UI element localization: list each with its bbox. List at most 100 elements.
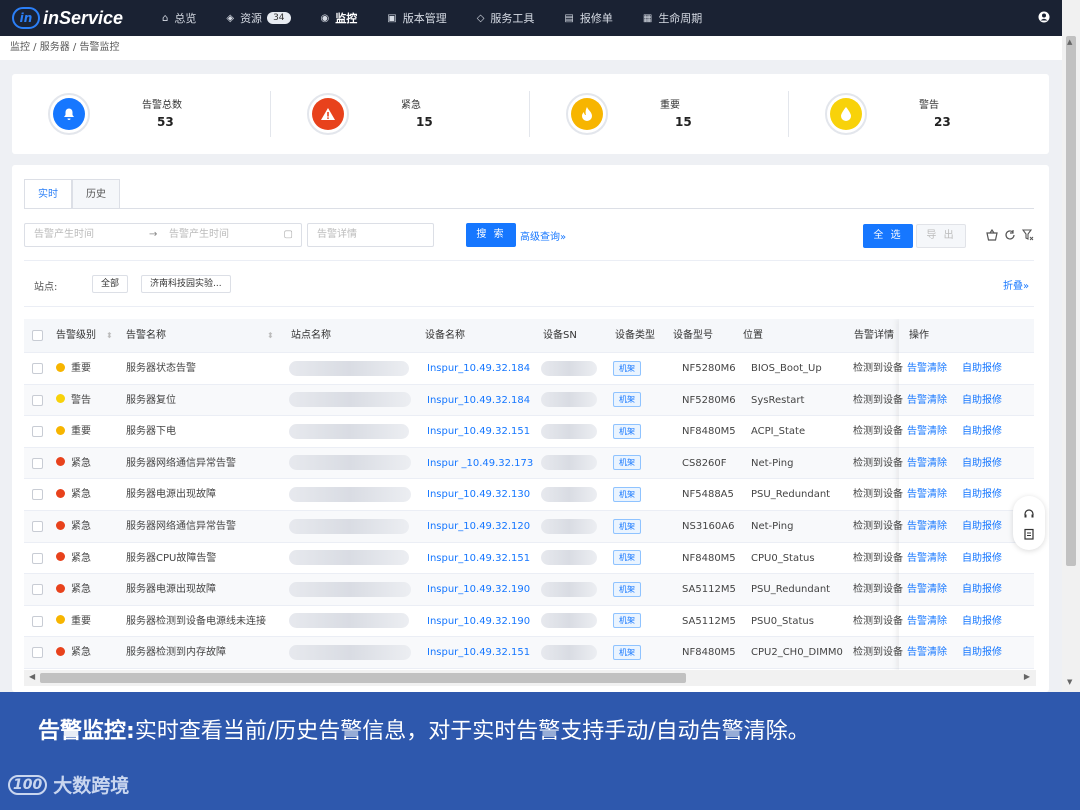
date-range-picker[interactable]: 告警产生时间 → 告警产生时间 ▢ bbox=[24, 223, 302, 247]
level-dot-icon bbox=[56, 425, 65, 435]
end-time-input[interactable]: 告警产生时间 bbox=[169, 224, 229, 246]
table-row[interactable]: 紧急 服务器电源出现故障 Inspur_10.49.32.190 机架 SA5112M5… bbox=[24, 574, 1034, 606]
nav-item-1[interactable]: ◈ 资源 34 bbox=[226, 0, 291, 36]
table-row[interactable]: 重要 服务器下电 Inspur_10.49.32.151 机架 NF8480M5 ACPI… bbox=[24, 416, 1034, 448]
tools-icon: ◇ bbox=[476, 12, 485, 24]
device-name-link[interactable]: Inspur_10.49.32.184 bbox=[427, 385, 530, 416]
level-cell: 紧急 bbox=[56, 543, 91, 574]
scrollbar-thumb[interactable] bbox=[1066, 36, 1076, 566]
alarm-detail-cell: 检测到设备 bbox=[853, 457, 903, 469]
table-row[interactable]: 警告 服务器复位 Inspur_10.49.32.184 机架 NF5280M6 SysR… bbox=[24, 384, 1034, 417]
headset-icon[interactable] bbox=[1023, 508, 1035, 520]
level-dot-icon bbox=[56, 457, 65, 467]
site-option-button[interactable]: 济南科技园实验... bbox=[141, 275, 231, 293]
device-name-link[interactable]: Inspur_10.49.32.190 bbox=[427, 574, 530, 605]
location-cell: PSU0_Status bbox=[751, 615, 814, 627]
row-checkbox[interactable] bbox=[32, 394, 43, 406]
stat-label: 警告 bbox=[919, 100, 939, 111]
clipboard-icon[interactable] bbox=[1023, 528, 1035, 540]
table-row[interactable]: 重要 服务器检测到设备电源线未连接 Inspur_10.49.32.190 机架 SA5… bbox=[24, 606, 1034, 638]
h-scrollbar-thumb[interactable] bbox=[40, 673, 686, 683]
fold-label: 折叠 bbox=[1003, 281, 1023, 292]
stat-item: 警告 23 bbox=[789, 74, 1048, 154]
table-row[interactable]: 紧急 服务器CPU故障告警 Inspur_10.49.32.151 机架 NF8480M… bbox=[24, 543, 1034, 575]
device-type-tag: 机架 bbox=[613, 550, 641, 566]
scroll-down-arrow-icon[interactable]: ▼ bbox=[1067, 678, 1072, 686]
name-sort-icon[interactable]: ⬍ bbox=[267, 319, 274, 353]
tab-1[interactable]: 历史 bbox=[72, 179, 120, 209]
advanced-query-link[interactable]: 高级查询» bbox=[520, 228, 566, 243]
level-text: 紧急 bbox=[71, 521, 91, 532]
scroll-left-arrow-icon[interactable]: ◀ bbox=[29, 672, 35, 681]
alarm-name-cell: 服务器检测到内存故障 bbox=[126, 647, 226, 659]
nav-item-5[interactable]: ▤ 报修单 bbox=[564, 0, 612, 36]
scroll-up-arrow-icon[interactable]: ▲ bbox=[1067, 38, 1072, 46]
select-all-button[interactable]: 全 选 bbox=[863, 224, 913, 248]
nav-item-4[interactable]: ◇ 服务工具 bbox=[477, 0, 535, 36]
column-header: 设备型号 bbox=[673, 330, 713, 341]
level-text: 紧急 bbox=[71, 584, 91, 596]
device-name-link[interactable]: Inspur_10.49.32.184 bbox=[427, 353, 530, 384]
row-checkbox[interactable] bbox=[32, 647, 43, 659]
location-cell: CPU0_Status bbox=[751, 552, 815, 564]
filter-clear-icon[interactable] bbox=[1022, 229, 1034, 241]
user-icon[interactable] bbox=[1038, 11, 1050, 23]
row-checkbox[interactable] bbox=[32, 584, 43, 596]
alarm-name-cell: 服务器下电 bbox=[126, 426, 176, 438]
main-nav: ⌂ 总览 ◈ 资源 34 ◉ 监控 ▣ 版本管理 ◇ 服务工具 ▤ 报修单 ▦ 生命周期 bbox=[162, 0, 732, 36]
app-logo[interactable]: in inService bbox=[12, 7, 162, 29]
alarm-name-cell: 服务器电源出现故障 bbox=[126, 584, 216, 596]
device-sn-redacted bbox=[541, 385, 597, 416]
row-checkbox[interactable] bbox=[32, 489, 43, 501]
nav-item-0[interactable]: ⌂ 总览 bbox=[162, 0, 196, 36]
table-row[interactable]: 重要 服务器状态告警 Inspur_10.49.32.184 机架 NF5280M6 BI… bbox=[24, 353, 1034, 385]
device-name-link[interactable]: Inspur_10.49.32.190 bbox=[427, 606, 530, 637]
table-row[interactable]: 紧急 服务器网络通信异常告警 Inspur _10.49.32.173 机架 CS826… bbox=[24, 447, 1034, 480]
device-model-cell: SA5112M5 bbox=[682, 615, 736, 627]
table-row[interactable]: 紧急 服务器网络通信异常告警 Inspur_10.49.32.120 机架 NS3160… bbox=[24, 511, 1034, 543]
device-name-link[interactable]: Inspur_10.49.32.151 bbox=[427, 416, 530, 447]
level-text: 重要 bbox=[71, 615, 91, 627]
row-checkbox[interactable] bbox=[32, 552, 43, 564]
logo-mark: in bbox=[12, 7, 40, 29]
nav-item-6[interactable]: ▦ 生命周期 bbox=[643, 0, 702, 36]
table-row[interactable]: 紧急 服务器检测到内存故障 Inspur_10.49.32.151 机架 NF8480M… bbox=[24, 637, 1034, 669]
export-button[interactable]: 导 出 bbox=[916, 224, 966, 248]
row-checkbox[interactable] bbox=[32, 615, 43, 627]
column-header: 告警名称 bbox=[126, 330, 166, 341]
row-checkbox[interactable] bbox=[32, 521, 43, 532]
row-checkbox[interactable] bbox=[32, 426, 43, 438]
level-cell: 重要 bbox=[56, 353, 91, 384]
level-dot-icon bbox=[56, 583, 65, 593]
fold-link[interactable]: 折叠» bbox=[1003, 277, 1029, 292]
row-checkbox[interactable] bbox=[32, 363, 43, 374]
row-checkbox[interactable] bbox=[32, 457, 43, 469]
alarm-detail-input[interactable]: 告警详情 bbox=[307, 223, 434, 247]
search-button[interactable]: 搜 索 bbox=[466, 223, 516, 247]
start-time-input[interactable]: 告警产生时间 bbox=[34, 224, 94, 246]
tab-0[interactable]: 实时 bbox=[24, 179, 72, 209]
device-name-link[interactable]: Inspur _10.49.32.173 bbox=[427, 448, 533, 479]
site-all-button[interactable]: 全部 bbox=[92, 275, 129, 293]
alarm-detail-cell: 检测到设备 bbox=[853, 489, 903, 501]
device-name-link[interactable]: Inspur_10.49.32.130 bbox=[427, 479, 530, 510]
basket-icon[interactable] bbox=[986, 229, 998, 241]
alarm-detail-cell: 检测到设备 bbox=[853, 363, 903, 374]
device-name-link[interactable]: Inspur_10.49.32.151 bbox=[427, 543, 530, 574]
device-type-cell: 机架 bbox=[613, 448, 641, 479]
vertical-scrollbar[interactable]: ▲ ▼ bbox=[1062, 0, 1080, 692]
site-name-redacted bbox=[289, 543, 409, 574]
device-name-link[interactable]: Inspur_10.49.32.120 bbox=[427, 511, 530, 542]
alarm-name-cell: 服务器状态告警 bbox=[126, 363, 196, 374]
table-row[interactable]: 紧急 服务器电源出现故障 Inspur_10.49.32.130 机架 NF5488A5… bbox=[24, 479, 1034, 511]
refresh-icon[interactable] bbox=[1004, 229, 1016, 241]
nav-item-3[interactable]: ▣ 版本管理 bbox=[387, 0, 446, 36]
horizontal-scrollbar[interactable]: ◀ ▶ bbox=[24, 670, 1036, 686]
nav-item-2[interactable]: ◉ 监控 bbox=[321, 0, 358, 36]
device-name-link[interactable]: Inspur_10.49.32.151 bbox=[427, 637, 530, 668]
level-sort-icon[interactable]: ⬍ bbox=[106, 319, 113, 353]
calendar-icon[interactable]: ▢ bbox=[284, 224, 293, 246]
select-all-checkbox[interactable] bbox=[32, 330, 43, 341]
scroll-right-arrow-icon[interactable]: ▶ bbox=[1024, 672, 1030, 681]
device-model-cell: NF8480M5 bbox=[682, 552, 736, 564]
